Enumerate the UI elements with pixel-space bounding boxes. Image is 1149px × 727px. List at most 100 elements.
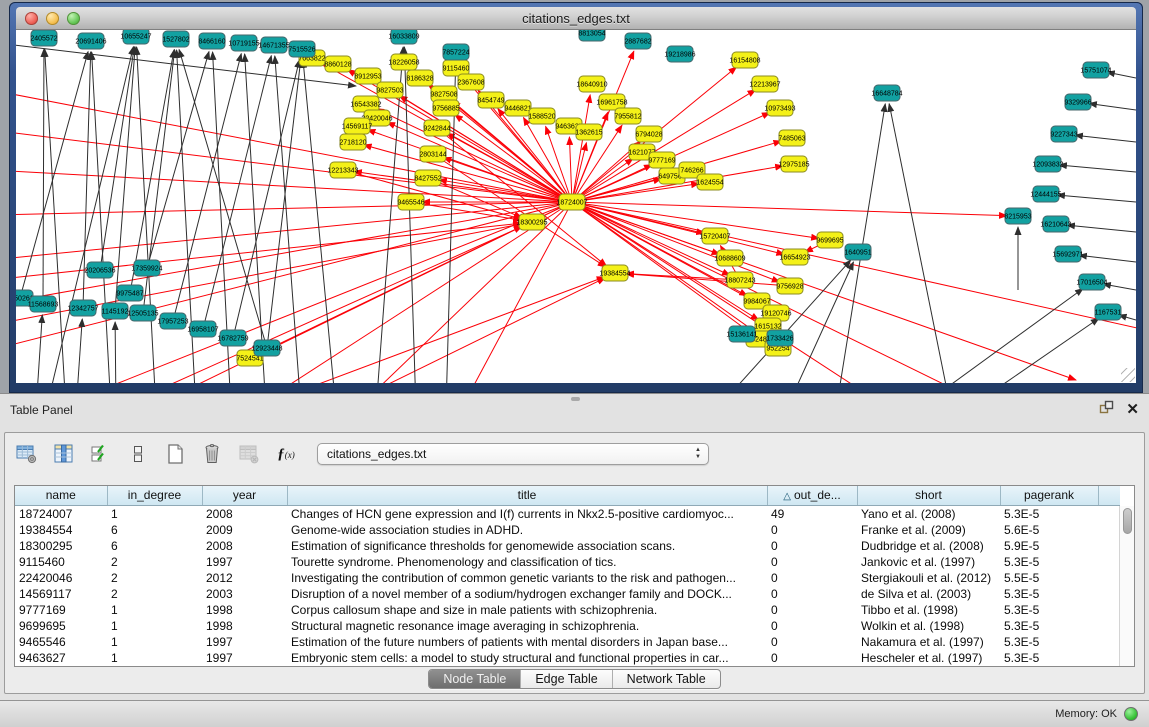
network-graph[interactable]: 1872400776638228860128891295318226058982… [16, 30, 1136, 383]
graph-node[interactable]: 2367608 [457, 74, 484, 90]
graph-node[interactable]: 1624554 [696, 174, 723, 190]
table-row[interactable]: 946554611997Estimation of the future num… [15, 634, 1120, 650]
graph-node[interactable]: 9699695 [816, 232, 843, 248]
table-row[interactable]: 1830029562008Estimation of significance … [15, 538, 1120, 554]
close-panel-icon[interactable]: ✕ [1126, 403, 1139, 417]
graph-node[interactable]: 16958107 [187, 321, 218, 337]
graph-node[interactable]: 18226058 [388, 54, 419, 70]
graph-node[interactable]: 8215953 [1004, 208, 1031, 224]
graph-node[interactable]: 1527802 [162, 31, 189, 47]
graph-node[interactable]: 16648784 [871, 85, 902, 101]
column-header-pagerank[interactable]: pagerank [1000, 486, 1098, 505]
window-resize-grip[interactable] [1121, 368, 1135, 382]
column-visibility-icon[interactable] [52, 442, 76, 466]
graph-node[interactable]: 9777169 [648, 152, 675, 168]
graph-node[interactable]: 16782759 [217, 330, 248, 346]
graph-node[interactable]: 1733426 [766, 330, 793, 346]
table-selector-dropdown[interactable]: citations_edges.txt ▲▼ [317, 443, 709, 465]
graph-node[interactable]: 8454749 [477, 92, 504, 108]
graph-node[interactable]: 18640910 [576, 76, 607, 92]
graph-node[interactable]: 1362615 [575, 124, 602, 140]
graph-node[interactable]: 19384554 [599, 265, 630, 281]
graph-node[interactable]: 9756928 [776, 278, 803, 294]
graph-node[interactable]: 12213343 [327, 162, 358, 178]
network-canvas[interactable]: 1872400776638228860128891295318226058982… [16, 30, 1136, 383]
graph-node[interactable]: 9975487 [116, 285, 143, 301]
graph-node[interactable]: 7485063 [778, 130, 805, 146]
table-row[interactable]: 1456911722003Disruption of a novel membe… [15, 586, 1120, 602]
graph-node[interactable]: 2718120 [339, 134, 366, 150]
column-header-name[interactable]: name [15, 486, 107, 505]
close-window-button[interactable] [25, 12, 38, 25]
graph-node[interactable]: 9756885 [432, 100, 459, 116]
graph-node[interactable]: 1145192 [102, 303, 129, 319]
graph-node[interactable]: 19218986 [664, 46, 695, 62]
function-builder-icon[interactable]: ƒ(x) [274, 442, 298, 466]
graph-node[interactable]: 15136141 [726, 326, 757, 342]
select-all-rows-icon[interactable] [89, 442, 113, 466]
graph-node[interactable]: 15720407 [699, 228, 730, 244]
tab-network-table[interactable]: Network Table [613, 670, 720, 688]
graph-node[interactable]: 8912953 [354, 68, 381, 84]
graph-node[interactable]: 7955812 [614, 108, 641, 124]
graph-node[interactable]: 12093832 [1032, 156, 1063, 172]
graph-node[interactable]: 9827503 [376, 82, 403, 98]
table-row[interactable]: 946362711997Embryonic stem cells: a mode… [15, 650, 1120, 666]
table-row[interactable]: 911546021997Tourette syndrome. Phenomeno… [15, 554, 1120, 570]
table-scrollbar[interactable] [1119, 506, 1134, 666]
graph-node[interactable]: 12342757 [67, 300, 98, 316]
graph-node[interactable]: 10688609 [714, 250, 745, 266]
table-row[interactable]: 1938455462009Genome-wide association stu… [15, 522, 1120, 538]
column-header-year[interactable]: year [202, 486, 287, 505]
graph-node[interactable]: 11568693 [28, 296, 59, 312]
graph-node[interactable]: 9242844 [423, 120, 450, 136]
graph-node[interactable]: 17957253 [157, 313, 188, 329]
graph-node[interactable]: 20691406 [75, 33, 106, 49]
graph-node[interactable]: 8427552 [414, 170, 441, 186]
float-panel-icon[interactable] [1099, 400, 1114, 420]
graph-node[interactable]: 10655247 [120, 30, 151, 44]
graph-node[interactable]: 6794028 [635, 126, 662, 142]
graph-node[interactable]: 9227343 [1050, 126, 1077, 142]
graph-node[interactable]: 12444155 [1030, 186, 1061, 202]
graph-node[interactable]: 7515526 [288, 41, 315, 57]
graph-node[interactable]: 14569117 [342, 118, 373, 134]
graph-node[interactable]: 10719155 [228, 35, 259, 51]
graph-node[interactable]: 16654923 [779, 249, 810, 265]
graph-node[interactable]: 2405572 [30, 30, 57, 46]
graph-node[interactable]: 18724007 [556, 194, 587, 210]
graph-node[interactable]: 16033809 [388, 30, 419, 44]
graph-node[interactable]: 15692971 [1052, 246, 1083, 262]
graph-node[interactable]: 12923448 [251, 340, 282, 356]
graph-node[interactable]: 7857224 [442, 44, 469, 60]
graph-node[interactable]: 1588520 [528, 108, 555, 124]
graph-node[interactable]: 18300295 [516, 214, 547, 230]
graph-node[interactable]: 1640951 [844, 244, 871, 260]
graph-node[interactable]: 8860128 [324, 56, 351, 72]
table-row[interactable]: 969969511998Structural magnetic resonanc… [15, 618, 1120, 634]
table-row[interactable]: 977716911998Corpus callosum shape and si… [15, 602, 1120, 618]
graph-node[interactable]: 18807243 [724, 272, 755, 288]
graph-node[interactable]: 2803144 [419, 146, 446, 162]
graph-node[interactable]: 1167531 [1095, 304, 1122, 320]
tab-node-table[interactable]: Node Table [429, 670, 521, 688]
graph-node[interactable]: 17016504 [1076, 274, 1107, 290]
graph-node[interactable]: 17359924 [131, 260, 162, 276]
graph-node[interactable]: 2887682 [624, 33, 651, 49]
minimize-window-button[interactable] [46, 12, 59, 25]
graph-node[interactable]: 12975185 [778, 156, 809, 172]
zoom-window-button[interactable] [67, 12, 80, 25]
table-settings-icon[interactable] [15, 442, 39, 466]
column-header-out-de-[interactable]: △out_de... [767, 486, 857, 505]
graph-node[interactable]: 16210643 [1040, 216, 1071, 232]
graph-node[interactable]: 12505135 [127, 305, 158, 321]
graph-node[interactable]: 15751074 [1080, 62, 1111, 78]
graph-node[interactable]: 8186328 [406, 70, 433, 86]
graph-node[interactable]: 8813054 [578, 30, 605, 41]
column-header-in-degree[interactable]: in_degree [107, 486, 202, 505]
graph-node[interactable]: 20206536 [84, 262, 115, 278]
graph-node[interactable]: 10973493 [764, 100, 795, 116]
graph-node[interactable]: 9329966 [1064, 94, 1091, 110]
table-row[interactable]: 2242004622012Investigating the contribut… [15, 570, 1120, 586]
column-header-short[interactable]: short [857, 486, 1000, 505]
